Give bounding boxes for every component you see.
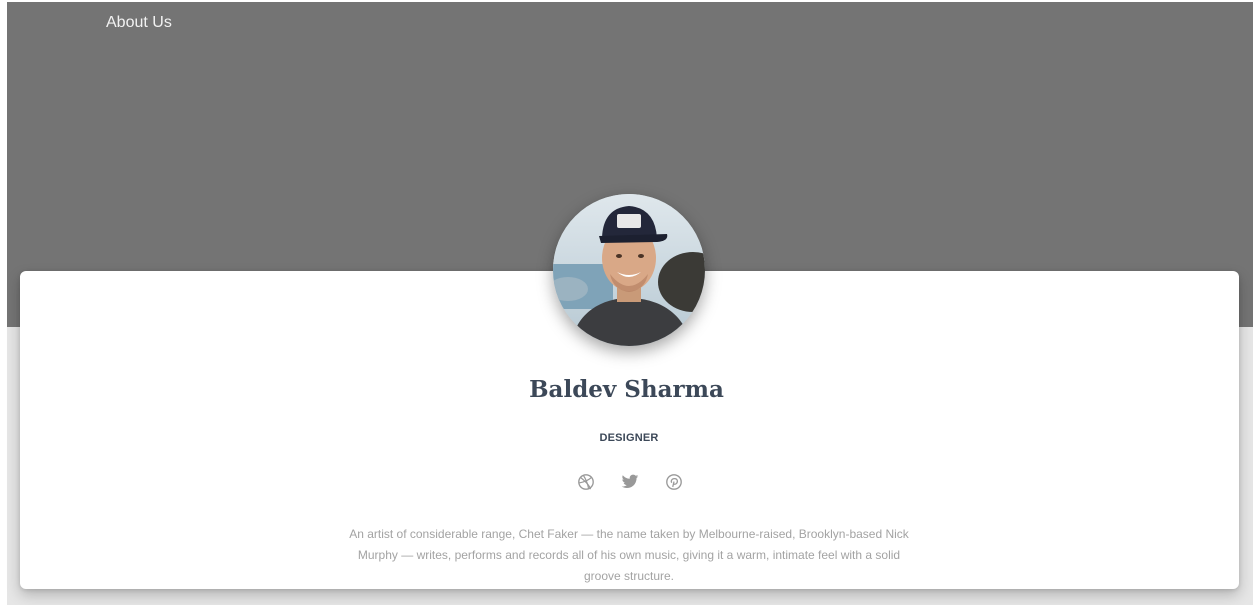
twitter-icon[interactable] xyxy=(619,471,641,493)
avatar-photo xyxy=(553,194,705,346)
profile-name: Baldev Sharma xyxy=(529,376,724,403)
profile-page: About Us Baldev Sharma DESIGNER An artis… xyxy=(0,0,1253,605)
avatar[interactable] xyxy=(553,194,705,346)
social-links xyxy=(575,471,685,493)
about-us-link[interactable]: About Us xyxy=(106,14,172,32)
profile-role: DESIGNER xyxy=(599,432,659,444)
dribbble-icon[interactable] xyxy=(575,471,597,493)
profile-bio: An artist of considerable range, Chet Fa… xyxy=(349,527,909,583)
pinterest-icon[interactable] xyxy=(663,471,685,493)
